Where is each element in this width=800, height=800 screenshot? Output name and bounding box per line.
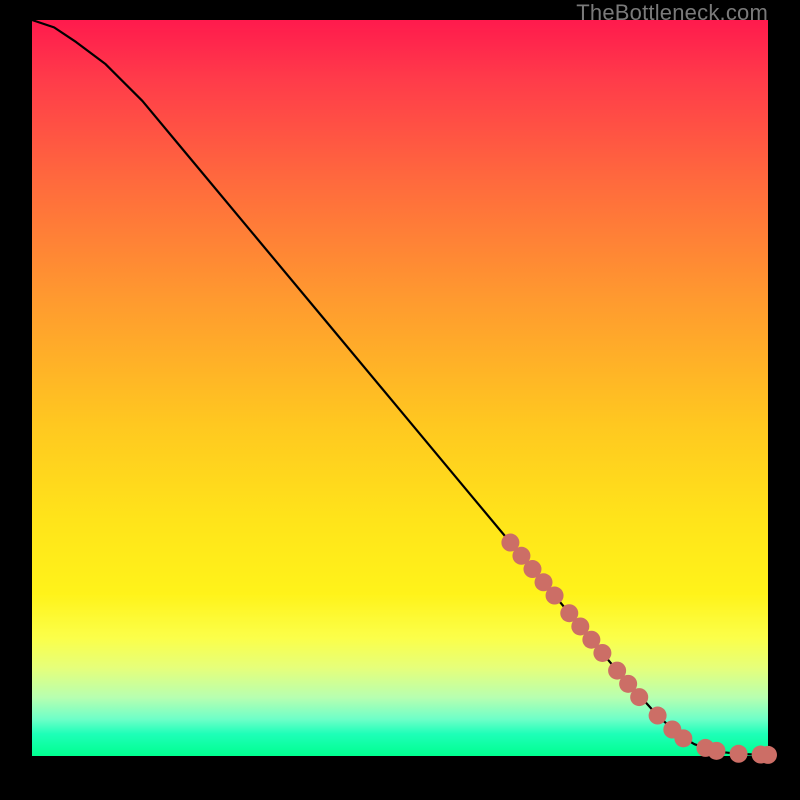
data-marker bbox=[707, 742, 725, 760]
data-marker bbox=[546, 587, 564, 605]
data-marker bbox=[730, 745, 748, 763]
data-marker bbox=[649, 707, 667, 725]
chart-gradient-area bbox=[32, 20, 768, 756]
data-marker bbox=[759, 746, 777, 764]
data-marker bbox=[674, 729, 692, 747]
chart-svg bbox=[32, 20, 768, 756]
marker-group bbox=[501, 534, 777, 764]
data-marker bbox=[630, 688, 648, 706]
data-marker bbox=[593, 644, 611, 662]
bottleneck-curve bbox=[32, 20, 768, 755]
